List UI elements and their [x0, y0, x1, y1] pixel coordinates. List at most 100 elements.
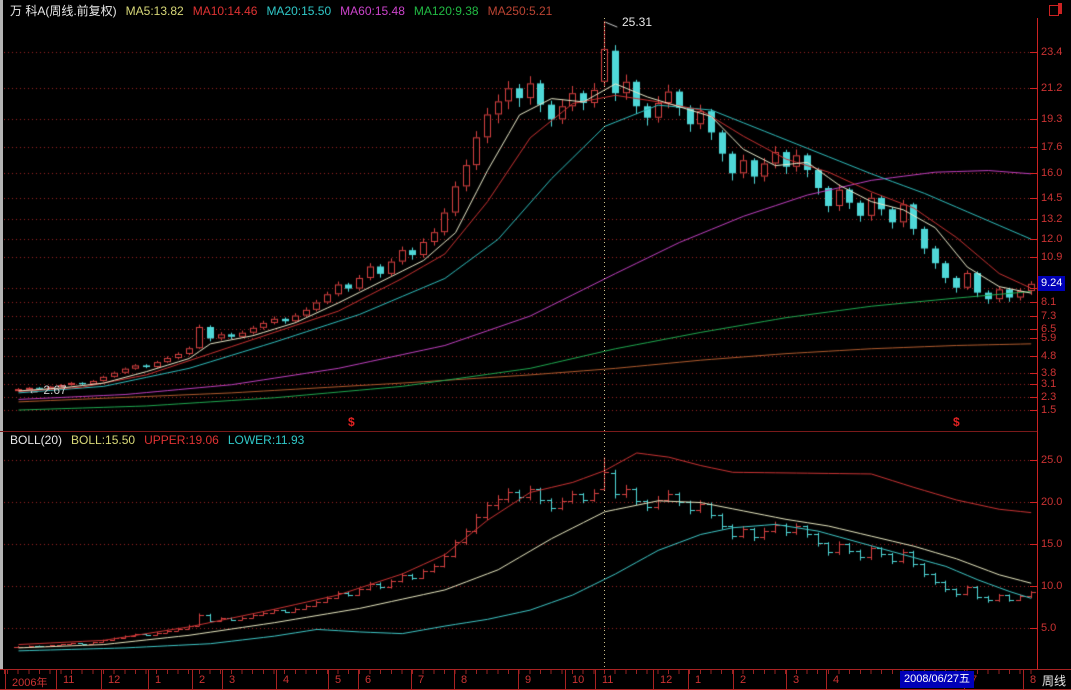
month-separator: [733, 670, 734, 689]
ma60-value: MA60:15.48: [340, 4, 405, 18]
month-separator: [148, 670, 149, 689]
month-label: 2: [199, 674, 205, 686]
month-label: 12: [108, 674, 120, 686]
axis-tick: [1030, 257, 1037, 258]
month-separator: [518, 670, 519, 689]
month-label: 11: [602, 674, 613, 686]
axis-tick-label: 1.5: [1041, 405, 1056, 416]
window-restore-icon[interactable]: [1049, 3, 1063, 15]
month-label: 12: [660, 674, 672, 686]
month-separator: [826, 670, 827, 689]
month-label: 2006年: [12, 674, 47, 690]
cursor-date-badge: 2008/06/27五: [900, 671, 974, 688]
month-separator: [222, 670, 223, 689]
month-separator: [653, 670, 654, 689]
month-label: 3: [793, 674, 799, 686]
month-separator: [786, 670, 787, 689]
month-separator: [358, 670, 359, 689]
month-separator: [56, 670, 57, 689]
boll-header: BOLL(20)BOLL:15.50UPPER:19.06LOWER:11.93: [10, 433, 313, 448]
axis-tick: [1030, 628, 1037, 629]
boll-lower-value: LOWER:11.93: [228, 433, 304, 447]
month-separator: [595, 670, 596, 689]
axis-tick: [1030, 329, 1037, 330]
axis-tick: [1030, 302, 1037, 303]
boll-mid-value: BOLL:15.50: [71, 433, 135, 447]
stock-chart-window: 万 科A(周线.前复权) MA5:13.82 MA10:14.46 MA20:15.5…: [0, 0, 1071, 690]
price-axis-line: [1037, 18, 1038, 690]
axis-tick: [1030, 384, 1037, 385]
month-separator: [328, 670, 329, 689]
last-price-badge: 9.24: [1038, 276, 1065, 291]
axis-tick: [1030, 397, 1037, 398]
axis-tick-label: 10.0: [1041, 581, 1062, 592]
axis-tick-label: 16.0: [1041, 168, 1062, 179]
ex-dividend-marker-2[interactable]: $: [953, 415, 960, 429]
ma5-value: MA5:13.82: [126, 4, 184, 18]
axis-tick: [1030, 173, 1037, 174]
peak-price-label: 25.31: [622, 15, 652, 29]
axis-tick: [1030, 239, 1037, 240]
month-label: 11: [63, 674, 74, 686]
boll-title: BOLL(20): [10, 433, 62, 447]
axis-tick-label: 4.8: [1041, 351, 1056, 362]
stock-title: 万 科A(周线.前复权): [10, 4, 117, 18]
month-label: 7: [418, 674, 424, 686]
axis-tick-label: 5.9: [1041, 333, 1056, 344]
month-separator: [101, 670, 102, 689]
left-window-border: [0, 0, 3, 690]
axis-tick: [1030, 219, 1037, 220]
axis-tick-label: 20.0: [1041, 497, 1062, 508]
axis-tick: [1030, 288, 1037, 289]
ma20-value: MA20:15.50: [266, 4, 331, 18]
axis-tick-label: 17.6: [1041, 142, 1062, 153]
axis-tick-label: 10.9: [1041, 252, 1062, 263]
axis-tick-label: 23.4: [1041, 47, 1062, 58]
month-separator: [5, 670, 6, 689]
month-separator: [688, 670, 689, 689]
month-label: 1: [155, 674, 161, 686]
time-axis[interactable]: 2006年1112123456789101112123478 2008/06/2…: [0, 669, 1071, 690]
month-label: 8: [1030, 674, 1036, 686]
ex-dividend-marker-1[interactable]: $: [348, 415, 355, 429]
panel-divider: [0, 431, 1037, 432]
month-label: 8: [461, 674, 467, 686]
axis-tick-label: 2.3: [1041, 392, 1056, 403]
axis-tick: [1030, 502, 1037, 503]
month-separator: [192, 670, 193, 689]
month-label: 4: [833, 674, 839, 686]
axis-tick-label: 8.1: [1041, 297, 1056, 308]
axis-tick-label: 25.0: [1041, 455, 1062, 466]
axis-tick-label: 15.0: [1041, 539, 1062, 550]
month-separator: [276, 670, 277, 689]
axis-tick: [1030, 544, 1037, 545]
axis-tick: [1030, 338, 1037, 339]
month-label: 5: [335, 674, 341, 686]
axis-tick-label: 13.2: [1041, 214, 1062, 225]
month-label: 10: [572, 674, 584, 686]
period-label: 周线: [1042, 672, 1066, 689]
main-chart-header: 万 科A(周线.前复权) MA5:13.82 MA10:14.46 MA20:15.5…: [10, 2, 561, 18]
ma250-value: MA250:5.21: [488, 4, 553, 18]
axis-tick: [1030, 356, 1037, 357]
axis-tick: [1030, 410, 1037, 411]
axis-tick: [1030, 198, 1037, 199]
low-price-label: ← 2.67: [28, 383, 67, 397]
month-separator: [565, 670, 566, 689]
main-price-chart[interactable]: [4, 18, 1037, 412]
axis-tick: [1030, 88, 1037, 89]
axis-tick-label: 19.3: [1041, 114, 1062, 125]
axis-tick: [1030, 119, 1037, 120]
axis-tick-label: 3.1: [1041, 379, 1056, 390]
axis-tick: [1030, 586, 1037, 587]
month-separator: [411, 670, 412, 689]
axis-tick-label: 12.0: [1041, 234, 1062, 245]
ma10-value: MA10:14.46: [193, 4, 258, 18]
axis-tick: [1030, 316, 1037, 317]
month-label: 9: [525, 674, 531, 686]
axis-tick-label: 5.0: [1041, 623, 1056, 634]
boll-indicator-chart[interactable]: [4, 448, 1037, 668]
ma120-value: MA120:9.38: [414, 4, 479, 18]
axis-tick-label: 21.2: [1041, 83, 1062, 94]
axis-tick: [1030, 52, 1037, 53]
